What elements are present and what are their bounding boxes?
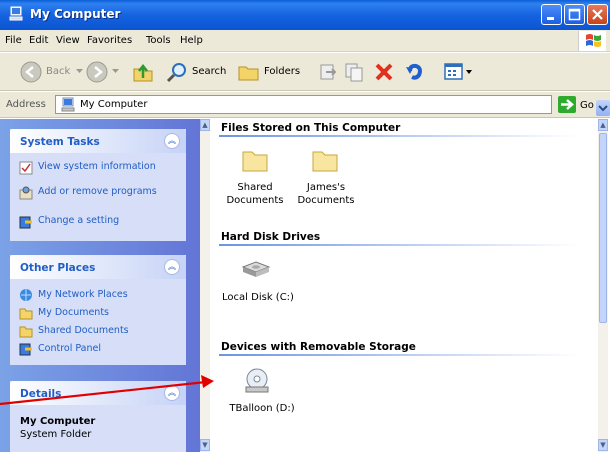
place-shared-documents[interactable]: Shared Documents xyxy=(38,325,178,336)
group-divider xyxy=(219,135,579,137)
add-remove-programs-icon xyxy=(19,186,33,200)
cd-drive-icon[interactable] xyxy=(243,367,271,395)
minimize-icon xyxy=(547,17,554,20)
group-divider xyxy=(219,354,579,356)
collapse-chevron-icon[interactable]: ︽ xyxy=(164,259,180,275)
folder-icon[interactable] xyxy=(241,147,269,173)
network-places-icon xyxy=(20,289,32,301)
title-bar[interactable]: My Computer xyxy=(0,0,610,30)
scroll-up-arrow-icon[interactable]: ▲ xyxy=(598,119,608,131)
scroll-down-arrow-icon[interactable]: ▼ xyxy=(200,439,210,451)
menu-help[interactable]: Help xyxy=(180,35,203,46)
address-bar: Address My Computer Go xyxy=(0,92,610,118)
close-button[interactable] xyxy=(587,4,608,25)
forward-arrow-icon[interactable] xyxy=(86,61,108,83)
address-value: My Computer xyxy=(80,99,148,110)
other-places-panel: Other Places ︽ My Network Places My Docu… xyxy=(10,255,186,365)
system-tasks-header[interactable]: System Tasks ︽ xyxy=(10,129,186,153)
maximize-button[interactable] xyxy=(564,4,585,25)
task-change-setting[interactable]: Change a setting xyxy=(38,215,178,226)
search-icon[interactable] xyxy=(166,61,188,83)
group-header-hard-disks: Hard Disk Drives xyxy=(221,231,321,243)
back-button[interactable]: Back xyxy=(46,66,70,77)
james-documents-item[interactable]: James's Documents xyxy=(291,181,361,207)
dropdown-arrow-icon[interactable] xyxy=(466,70,472,74)
scroll-down-arrow-icon[interactable]: ▼ xyxy=(598,439,608,451)
place-my-documents[interactable]: My Documents xyxy=(38,307,178,318)
search-button[interactable]: Search xyxy=(192,66,226,77)
details-item-type: System Folder xyxy=(20,429,92,440)
details-item-name: My Computer xyxy=(20,416,96,427)
group-header-removable: Devices with Removable Storage xyxy=(221,341,416,353)
local-disk-c-item[interactable]: Local Disk (C:) xyxy=(213,291,303,304)
menu-tools[interactable]: Tools xyxy=(146,35,171,46)
collapse-chevron-icon[interactable]: ︽ xyxy=(164,385,180,401)
move-to-icon[interactable] xyxy=(318,62,338,82)
scroll-up-arrow-icon[interactable]: ▲ xyxy=(200,119,210,131)
dropdown-arrow-icon[interactable] xyxy=(76,69,83,74)
my-computer-icon xyxy=(61,97,75,112)
task-add-remove-programs[interactable]: Add or remove programs xyxy=(38,186,178,197)
task-pane: System Tasks ︽ View system information A… xyxy=(0,119,200,452)
back-arrow-icon[interactable] xyxy=(20,61,42,83)
menu-bar: File Edit View Favorites Tools Help xyxy=(0,30,610,52)
go-arrow-button[interactable] xyxy=(558,96,576,113)
content-view: Files Stored on This Computer Shared Doc… xyxy=(211,119,598,452)
folders-button[interactable]: Folders xyxy=(264,66,300,77)
close-icon xyxy=(592,9,603,20)
menu-edit[interactable]: Edit xyxy=(29,35,48,46)
standard-toolbar: Back Search Folders xyxy=(0,53,610,91)
control-panel-icon xyxy=(19,343,32,356)
go-arrow-icon xyxy=(561,99,574,110)
menu-favorites[interactable]: Favorites xyxy=(87,35,132,46)
dropdown-arrow-icon[interactable] xyxy=(112,69,119,74)
menu-view[interactable]: View xyxy=(56,35,80,46)
panel-title: Other Places xyxy=(20,262,96,274)
address-label: Address xyxy=(6,99,46,110)
maximize-icon xyxy=(568,8,581,21)
delete-icon[interactable] xyxy=(374,62,394,82)
window-title: My Computer xyxy=(30,7,121,21)
task-view-system-info[interactable]: View system information xyxy=(38,161,178,172)
group-divider xyxy=(219,244,579,246)
minimize-button[interactable] xyxy=(541,4,562,25)
collapse-chevron-icon[interactable]: ︽ xyxy=(164,133,180,149)
go-button[interactable]: Go xyxy=(580,100,594,111)
panel-title: Details xyxy=(20,388,62,400)
address-dropdown-button[interactable] xyxy=(596,100,610,116)
undo-icon[interactable] xyxy=(404,62,424,82)
place-control-panel[interactable]: Control Panel xyxy=(38,343,178,354)
views-icon[interactable] xyxy=(444,62,464,82)
windows-flag-icon xyxy=(586,34,601,47)
control-panel-icon xyxy=(19,216,32,229)
hard-disk-icon[interactable] xyxy=(241,259,271,279)
up-folder-icon[interactable] xyxy=(132,61,154,83)
system-tasks-panel: System Tasks ︽ View system information A… xyxy=(10,129,186,241)
shared-documents-icon xyxy=(19,326,33,338)
place-my-network-places[interactable]: My Network Places xyxy=(38,289,178,300)
folders-icon[interactable] xyxy=(238,62,260,82)
windows-logo xyxy=(578,31,606,51)
details-header[interactable]: Details ︽ xyxy=(10,381,186,405)
task-pane-scrollbar[interactable]: ▲ ▼ xyxy=(200,119,210,452)
address-input[interactable]: My Computer xyxy=(55,95,610,116)
system-info-icon xyxy=(19,161,33,175)
chevron-down-icon xyxy=(598,105,608,112)
copy-to-icon[interactable] xyxy=(344,62,364,82)
menu-file[interactable]: File xyxy=(5,35,22,46)
group-header-files: Files Stored on This Computer xyxy=(221,122,401,134)
folder-icon[interactable] xyxy=(311,147,339,173)
panel-title: System Tasks xyxy=(20,136,100,148)
content-scrollbar[interactable]: ▲ ▼ xyxy=(598,119,608,452)
tballoon-d-item[interactable]: TBalloon (D:) xyxy=(217,402,307,415)
shared-documents-item[interactable]: Shared Documents xyxy=(217,181,293,207)
details-panel: Details ︽ My Computer System Folder xyxy=(10,381,186,452)
other-places-header[interactable]: Other Places ︽ xyxy=(10,255,186,279)
scroll-thumb[interactable] xyxy=(599,133,607,323)
my-documents-icon xyxy=(19,308,33,320)
my-computer-icon xyxy=(9,6,23,21)
